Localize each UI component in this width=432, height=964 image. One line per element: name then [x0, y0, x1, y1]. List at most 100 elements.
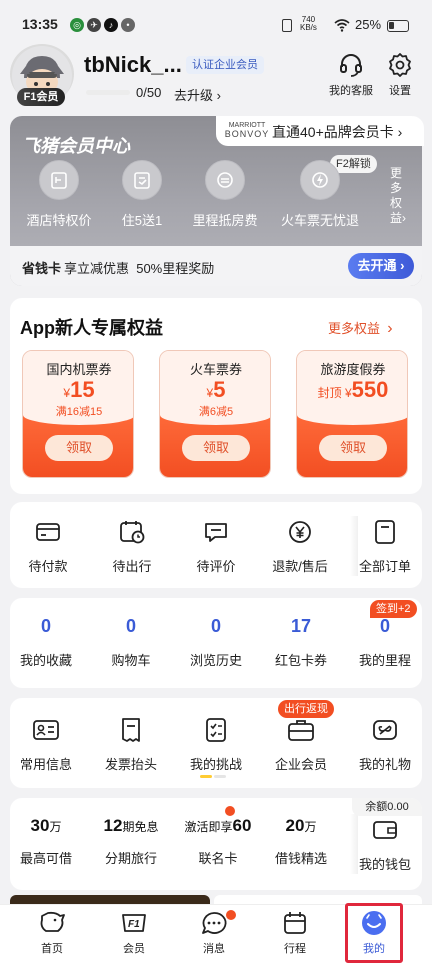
- vibrate-icon: [282, 19, 292, 32]
- finance-unit: 期免息: [122, 820, 159, 834]
- vip-center-title[interactable]: 飞猪会员中心: [22, 132, 130, 158]
- finance-loan-select[interactable]: 20万 借钱精选: [261, 816, 341, 867]
- open-button[interactable]: 去开通 ›: [348, 253, 414, 279]
- claim-button[interactable]: 领取: [182, 435, 250, 461]
- page-indicator: [200, 775, 230, 779]
- stat-coupons[interactable]: 17 红包卡券: [261, 616, 341, 669]
- stat-history[interactable]: 0 浏览历史: [176, 616, 256, 669]
- coupon-condition: 满16减15: [55, 406, 103, 418]
- stat-value: 0: [125, 616, 136, 636]
- finance-value: 30万: [6, 816, 86, 836]
- coupon-prefix: 封顶 ¥: [317, 386, 352, 400]
- tool-gift[interactable]: 我的礼物: [345, 716, 425, 773]
- coupon-amount: ¥15: [23, 377, 133, 403]
- battery-icon: [387, 20, 409, 32]
- coupon-name: 旅游度假券: [320, 362, 386, 377]
- tool-challenge[interactable]: 我的挑战: [176, 716, 256, 773]
- yuan-refund-icon: [285, 518, 315, 546]
- username[interactable]: tbNick_...: [84, 52, 182, 78]
- order-pending-payment[interactable]: 待付款: [8, 518, 88, 575]
- settings-label: 设置: [389, 85, 411, 97]
- finance-value: 激活即享60: [176, 816, 260, 836]
- finance-max-loan[interactable]: 30万 最高可借: [6, 816, 86, 867]
- finance-label: 借钱精选: [274, 851, 327, 866]
- enterprise-icon: [286, 716, 316, 744]
- active-tab-highlight: [345, 903, 403, 963]
- order-refund[interactable]: 退款/售后: [260, 518, 340, 575]
- finance-cobrand-card[interactable]: 激活即享60 联名卡: [176, 816, 260, 867]
- claim-button[interactable]: 领取: [45, 435, 113, 461]
- order-list-icon: [370, 518, 400, 546]
- stay-gift-icon: [122, 160, 162, 200]
- tool-common-info[interactable]: 常用信息: [6, 716, 86, 773]
- mileage-room-icon: [205, 160, 245, 200]
- claim-button[interactable]: 领取: [319, 435, 387, 461]
- gift-icon: [370, 716, 400, 744]
- chevron-right-icon: ›: [216, 88, 221, 103]
- vip-item-label: 火车票无忧退: [280, 213, 359, 228]
- logo-line: BONVOY: [224, 129, 270, 139]
- order-pending-travel[interactable]: 待出行: [92, 518, 172, 575]
- finance-number: 60: [232, 816, 252, 835]
- settings-button[interactable]: 设置: [384, 52, 416, 98]
- chevron-right-icon: ›: [402, 211, 407, 225]
- stat-label: 浏览历史: [189, 653, 242, 668]
- chevron-right-icon: ›: [387, 320, 393, 337]
- tool-invoice[interactable]: 发票抬头: [91, 716, 171, 773]
- stat-value: 17: [290, 616, 312, 636]
- more-rights-link[interactable]: 更多权益›: [390, 166, 406, 226]
- vip-item-stay[interactable]: 住5送1: [97, 160, 187, 229]
- stat-value: 0: [210, 616, 221, 636]
- finance-label: 最高可借: [19, 851, 72, 866]
- brand-promo-text: 直通40+品牌会员卡 ›: [272, 122, 402, 142]
- coupon-amount: ¥5: [160, 377, 270, 403]
- coupon-flight[interactable]: 国内机票券 ¥15 满16减15 领取: [22, 350, 134, 478]
- notify-dot: [225, 806, 235, 816]
- more-rights-label: 更多权益: [390, 166, 403, 225]
- train-refund-icon: [300, 160, 340, 200]
- service-label: 我的客服: [329, 85, 373, 97]
- checklist-icon: [201, 716, 231, 744]
- level-progress-text: 0/50: [136, 85, 162, 100]
- finance-prefix: 激活即享: [184, 820, 233, 834]
- order-label: 待评价: [196, 559, 236, 574]
- finance-installment[interactable]: 12期免息 分期旅行: [91, 816, 171, 867]
- tab-itinerary[interactable]: 行程: [265, 908, 325, 956]
- brand-promo-banner[interactable]: MARRIOTT BONVOY 直通40+品牌会员卡 ›: [216, 116, 424, 146]
- order-pending-review[interactable]: 待评价: [176, 518, 256, 575]
- stat-mileage[interactable]: 0 我的里程: [345, 616, 425, 669]
- net-speed-unit: KB/s: [300, 23, 317, 32]
- svg-text:F1: F1: [128, 919, 140, 930]
- f1-member-icon: F1: [119, 908, 149, 938]
- tab-member[interactable]: F1 会员: [104, 908, 164, 956]
- order-all[interactable]: 全部订单: [345, 518, 425, 575]
- app-notify-icon: ◎: [70, 18, 84, 32]
- stat-label: 我的里程: [358, 653, 411, 668]
- customer-service-button[interactable]: 我的客服: [324, 52, 378, 98]
- stat-label: 我的收藏: [19, 653, 72, 668]
- vip-item-hotel[interactable]: 酒店特权价: [14, 160, 104, 229]
- tool-label: 我的挑战: [189, 757, 242, 772]
- battery-percent: 25%: [355, 17, 382, 32]
- vip-item-train[interactable]: 火车票无忧退: [275, 160, 365, 229]
- more-benefits-link[interactable]: 更多权益 ›: [328, 318, 393, 338]
- upgrade-link[interactable]: 去升级 ›: [174, 85, 221, 104]
- finance-unit: 万: [49, 820, 62, 834]
- more-benefits-label: 更多权益: [328, 321, 381, 336]
- stat-cart[interactable]: 0 购物车: [91, 616, 171, 669]
- my-wallet[interactable]: 我的钱包: [345, 816, 425, 873]
- finance-number: 20: [285, 816, 305, 835]
- tool-enterprise[interactable]: 企业会员: [261, 716, 341, 773]
- coupon-vacation[interactable]: 旅游度假券 封顶 ¥550 领取: [296, 350, 408, 478]
- cert-badge[interactable]: 认证企业会员: [186, 56, 264, 74]
- order-label: 全部订单: [358, 559, 411, 574]
- balance-tag: 余额0.00: [352, 798, 422, 816]
- vip-item-mileage[interactable]: 里程抵房费: [180, 160, 270, 229]
- coupon-train[interactable]: 火车票券 ¥5 满6减5 领取: [159, 350, 271, 478]
- save-card-title: 省钱卡: [22, 261, 62, 276]
- finance-value: 12期免息: [91, 816, 171, 836]
- tab-home[interactable]: 首页: [22, 908, 82, 956]
- brand-promo-label: 直通40+品牌会员卡: [272, 124, 394, 140]
- stat-favorites[interactable]: 0 我的收藏: [6, 616, 86, 669]
- order-label: 退款/售后: [272, 559, 328, 574]
